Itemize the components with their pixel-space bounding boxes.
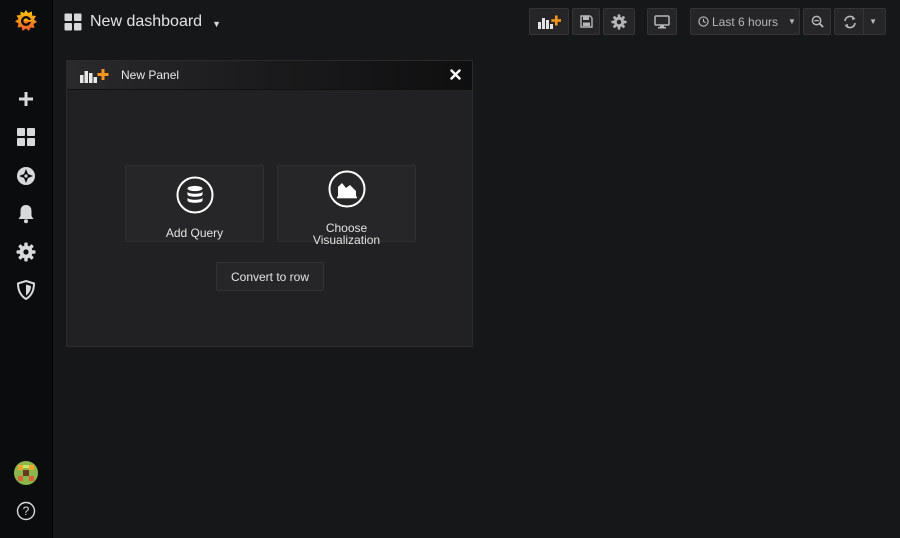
dashboard-picker[interactable]: New dashboard ▼ [64,8,221,36]
add-panel-button[interactable] [529,8,569,35]
gear-icon [16,242,36,262]
cog-icon [611,13,627,30]
grafana-logo[interactable] [0,2,52,40]
monitor-icon [654,14,670,28]
refresh-icon [844,15,856,28]
caret-down-icon: ▼ [788,17,796,26]
plus-icon [19,92,33,106]
refresh-picker[interactable]: ▼ [834,8,886,35]
time-range-picker[interactable]: Last 6 hours ▼ [690,8,800,35]
save-dashboard-button[interactable] [572,8,600,35]
dashboard-title: New dashboard [90,13,203,30]
compass-icon [17,167,35,185]
caret-down-icon: ▼ [212,19,221,29]
database-icon [176,176,214,219]
add-panel-icon [538,15,561,29]
create-menu-button[interactable] [0,80,52,118]
caret-down-icon[interactable]: ▼ [869,17,877,26]
dashboard-settings-button[interactable] [603,8,635,35]
help-glyph: ? [23,504,30,518]
explore-menu-button[interactable] [0,157,52,195]
time-range-label: Last 6 hours [712,14,779,29]
new-panel: New Panel Add Query Choose Visualization… [66,60,473,347]
dashboards-grid-icon [17,128,35,146]
add-panel-icon [79,68,109,89]
grafana-logo-icon [15,10,37,31]
close-icon[interactable] [447,66,463,82]
add-query-label: Add Query [165,226,224,240]
dashboard-grid-icon [64,13,82,31]
area-chart-icon [328,170,366,213]
dashboards-menu-button[interactable] [0,118,52,156]
alerting-menu-button[interactable] [0,195,52,233]
server-admin-menu-button[interactable] [0,271,52,309]
view-mode-button[interactable] [647,8,677,35]
divider [862,8,864,35]
help-menu-button[interactable]: ? [0,492,52,530]
panel-header: New Panel [67,61,472,90]
top-navbar: New dashboard ▼ Last 6 hours ▼ ▼ [52,0,900,44]
zoom-out-icon [811,15,824,28]
clock-icon [698,16,709,27]
avatar [14,461,38,485]
user-profile-button[interactable] [0,454,52,492]
add-query-button[interactable]: Add Query [125,165,264,242]
choose-visualization-label-line2: Visualization [312,233,381,247]
help-icon: ? [16,501,36,521]
save-icon [579,15,593,28]
zoom-out-button[interactable] [803,8,831,35]
sidebar: ? [0,0,52,538]
shield-icon [17,280,35,300]
convert-to-row-button[interactable]: Convert to row [216,262,324,291]
choose-visualization-button[interactable]: Choose Visualization [277,165,416,246]
configuration-menu-button[interactable] [0,233,52,271]
panel-title: New Panel [121,68,180,82]
bell-icon [18,205,34,224]
